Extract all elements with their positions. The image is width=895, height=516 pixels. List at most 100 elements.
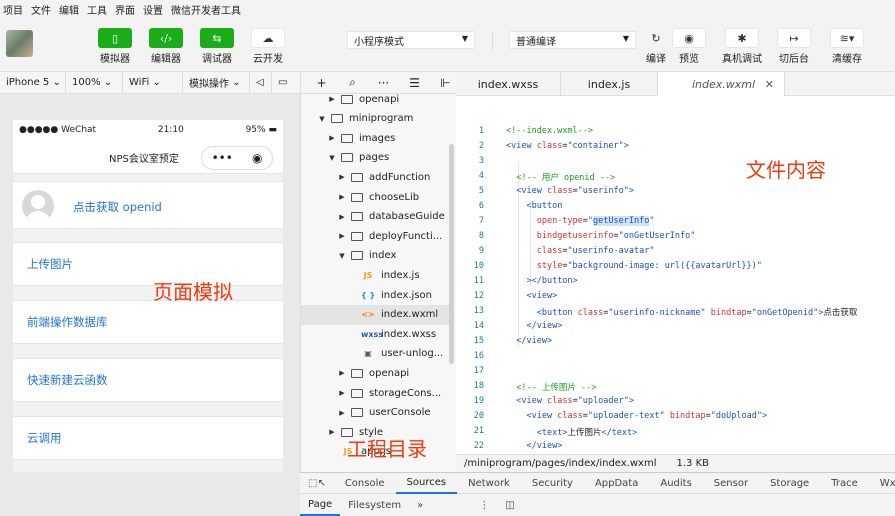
scrollbar[interactable]: [449, 144, 454, 364]
chevron-right-icon[interactable]: ▶: [327, 134, 337, 142]
tree-file[interactable]: ▣ user-unlog...: [301, 344, 449, 364]
line-number: 15: [473, 336, 484, 346]
menu-project[interactable]: 项目: [3, 2, 23, 17]
collapse-icon[interactable]: ⊩: [435, 76, 456, 90]
menu-settings[interactable]: 设置: [143, 2, 163, 17]
menu-view[interactable]: 界面: [115, 2, 135, 17]
line-number: 10: [473, 261, 484, 271]
chevron-down-icon[interactable]: ▼: [337, 252, 347, 260]
tab-index-wxss[interactable]: index.wxss: [456, 72, 561, 96]
code-editor[interactable]: 1 2 3 4 5 6 7 8 9 10 11 12 13 14 15 16 17 18 19 20 21 22 <!--…: [456, 96, 895, 454]
chevron-right-icon[interactable]: ▶: [337, 369, 347, 377]
tab-console[interactable]: Console: [334, 472, 396, 494]
toggle-panel-icon[interactable]: ◫: [497, 494, 522, 516]
menu-devtools[interactable]: 微信开发者工具: [171, 2, 241, 17]
battery-indicator: 95% ▬: [245, 125, 277, 135]
more-tabs-icon[interactable]: »: [409, 494, 431, 516]
add-icon[interactable]: +: [311, 76, 332, 90]
tab-index-wxml[interactable]: index.wxml ✕: [658, 72, 785, 96]
chevron-right-icon[interactable]: ▶: [337, 193, 347, 201]
folder-icon: [351, 408, 363, 418]
inspect-icon[interactable]: ⬚↖: [300, 472, 334, 494]
folder-icon: [341, 153, 353, 163]
tree-folder[interactable]: ▼ index: [301, 246, 449, 266]
tab-sources[interactable]: Sources: [395, 472, 458, 494]
mode-select[interactable]: 小程序模式 ▼: [347, 31, 475, 49]
tree-folder[interactable]: ▶ databaseGuide: [301, 207, 449, 227]
chevron-right-icon[interactable]: ▶: [337, 213, 347, 221]
chevron-right-icon[interactable]: ▶: [327, 428, 337, 436]
tree-folder[interactable]: ▶ addFunction: [301, 167, 449, 187]
cloud-button[interactable]: ☁ 云开发: [246, 28, 290, 65]
list-item[interactable]: 上传图片: [13, 242, 283, 286]
chevron-down-icon[interactable]: ▼: [317, 115, 327, 123]
user-avatar[interactable]: [6, 30, 33, 57]
more-vertical-icon[interactable]: ⋮: [471, 494, 497, 516]
img-file-icon: ▣: [364, 349, 372, 359]
menu-edit[interactable]: 编辑: [59, 2, 79, 17]
tree-folder[interactable]: ▶ deployFuncti...: [301, 226, 449, 246]
tree-file[interactable]: <> index.wxml: [301, 304, 449, 325]
chevron-down-icon[interactable]: ▼: [327, 154, 337, 162]
remote-debug-button[interactable]: ✱ 真机调试: [720, 28, 764, 65]
background-button[interactable]: ↦ 切后台: [772, 28, 816, 65]
zoom-select[interactable]: 100% ⌄: [66, 71, 123, 94]
search-icon[interactable]: ⌕: [342, 75, 363, 90]
more-icon[interactable]: •••: [212, 151, 233, 165]
tab-network[interactable]: Network: [457, 472, 521, 494]
tree-folder[interactable]: ▶ openapi: [301, 94, 449, 109]
simulator-button[interactable]: ▯ 模拟器: [93, 28, 137, 65]
tab-page[interactable]: Page: [300, 494, 341, 516]
tab-audits[interactable]: Audits: [649, 472, 702, 494]
network-select[interactable]: WiFi ⌄: [123, 71, 183, 94]
tree-file[interactable]: { } index.json: [301, 285, 449, 305]
device-select[interactable]: iPhone 5 ⌄: [0, 71, 66, 94]
tree-folder[interactable]: ▶ chooseLib: [301, 187, 449, 207]
tree-item-label: userConsole: [369, 407, 431, 419]
get-openid-link[interactable]: 点击获取 openid: [73, 199, 162, 215]
tab-wxml[interactable]: Wxml: [869, 472, 895, 494]
code-line: <!-- 用户 openid -->: [516, 173, 616, 183]
line-number: 14: [473, 321, 484, 331]
list-item[interactable]: 快速新建云函数: [13, 358, 283, 402]
chevron-right-icon[interactable]: ▶: [327, 95, 337, 103]
list-item[interactable]: 前端操作数据库: [13, 300, 283, 344]
preview-button[interactable]: ◉ 预览: [667, 28, 711, 65]
tree-folder[interactable]: ▶ images: [301, 128, 449, 148]
capsule-button[interactable]: ••• ◉: [201, 146, 273, 170]
tree-file[interactable]: wxss index.wxss: [301, 324, 449, 344]
more-icon[interactable]: ···: [373, 76, 394, 90]
layers-icon: ≋▾: [830, 28, 864, 48]
tab-index-js[interactable]: index.js: [561, 72, 658, 96]
operate-select[interactable]: 模拟操作 ⌄: [183, 71, 250, 94]
chevron-right-icon[interactable]: ▶: [337, 389, 347, 397]
tree-file[interactable]: JS index.js: [301, 265, 449, 285]
tree-folder[interactable]: ▼ pages: [301, 148, 449, 168]
tab-sensor[interactable]: Sensor: [703, 472, 759, 494]
menu-tools[interactable]: 工具: [87, 2, 107, 17]
tab-storage[interactable]: Storage: [759, 472, 820, 494]
chevron-right-icon[interactable]: ▶: [337, 232, 347, 240]
sort-icon[interactable]: ☰: [404, 76, 425, 90]
chat-icon[interactable]: ▭: [272, 72, 298, 94]
tree-folder[interactable]: ▶ openapi: [301, 363, 449, 383]
menu-file[interactable]: 文件: [31, 2, 51, 17]
list-item[interactable]: 云调用: [13, 416, 283, 460]
close-circle-icon[interactable]: ◉: [252, 151, 262, 165]
editor-button[interactable]: ‹/› 编辑器: [144, 28, 188, 65]
clear-cache-button[interactable]: ≋▾ 清缓存: [825, 28, 869, 65]
debugger-button[interactable]: ⇆ 调试器: [195, 28, 239, 65]
tab-security[interactable]: Security: [521, 472, 584, 494]
tab-appdata[interactable]: AppData: [584, 472, 649, 494]
tree-folder[interactable]: ▼ miniprogram: [301, 109, 449, 129]
close-icon[interactable]: ✕: [765, 78, 774, 91]
code-icon: ‹/›: [149, 28, 183, 48]
compile-select[interactable]: 普通编译 ▼: [509, 31, 636, 49]
chevron-right-icon[interactable]: ▶: [337, 173, 347, 181]
chevron-right-icon[interactable]: ▶: [337, 409, 347, 417]
tab-trace[interactable]: Trace: [820, 472, 869, 494]
speaker-icon[interactable]: ◁: [250, 71, 272, 94]
tab-filesystem[interactable]: Filesystem: [340, 494, 409, 516]
tree-folder[interactable]: ▶ storageCons...: [301, 383, 449, 403]
tree-folder[interactable]: ▶ userConsole: [301, 403, 449, 423]
